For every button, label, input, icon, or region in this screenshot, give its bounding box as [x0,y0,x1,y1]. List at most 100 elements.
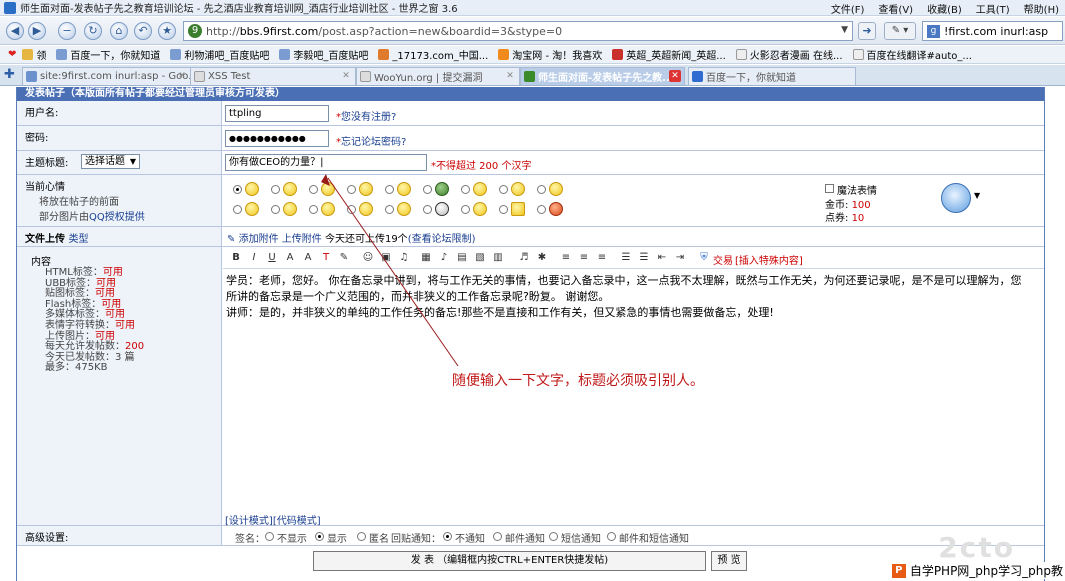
upload-attachment-link[interactable]: 上传附件 [282,234,322,245]
add-attachment-link[interactable]: 添加附件 [239,234,279,245]
bookmark-item[interactable]: _17173.com_中国... [378,47,488,62]
preview-button[interactable]: 预 览 [711,551,747,571]
indent-icon[interactable]: ⇥ [673,251,687,265]
menu-view[interactable]: 查看(V) [878,1,913,16]
mood-radio[interactable] [271,185,280,194]
address-bar[interactable]: 9 http://bbs.9first.com/post.asp?action=… [183,21,853,41]
insert-special-button[interactable]: [插入特殊内容] [735,252,803,267]
mood-radio[interactable] [461,205,470,214]
mood-radio[interactable] [347,185,356,194]
subject-field[interactable]: 你有做CEO的力量？| [225,154,427,171]
trade-button[interactable]: 交易 [713,252,733,267]
search-box[interactable]: g !first.com inurl:asp [922,21,1063,41]
bookmark-item[interactable]: 百度在线翻译#auto_... [852,47,972,62]
go-button[interactable]: ➜ [858,22,876,40]
tab-wooyun[interactable]: WooYun.org | 提交漏洞 ✕ [356,67,520,85]
submit-button[interactable]: 发 表 （编辑框内按CTRL+ENTER快捷发帖) [313,551,706,571]
notify-both-radio[interactable] [607,532,616,541]
register-link[interactable]: 您没有注册? [341,112,396,123]
tab-baidu[interactable]: 百度一下，你就知道 [688,67,856,85]
sign-show-radio[interactable] [315,532,324,541]
chevron-down-icon[interactable]: ▼ [841,25,848,35]
notify-sms-radio[interactable] [549,532,558,541]
home-icon[interactable]: ⌂ [110,22,128,40]
tools-dropdown-icon[interactable]: ✎ ▾ [884,22,916,40]
quote-icon[interactable]: ▥ [491,251,505,265]
avatar[interactable] [941,183,971,213]
close-icon[interactable]: ✕ [669,70,681,82]
mood-radio[interactable] [499,205,508,214]
mood-radio[interactable] [537,185,546,194]
forgot-password-link[interactable]: 忘记论坛密码? [341,137,406,148]
undo-close-icon[interactable]: ↶ [134,22,152,40]
password-field[interactable]: ●●●●●●●●●●● [225,130,329,147]
bookmark-item[interactable]: 领 [22,47,46,62]
ordered-list-icon[interactable]: ☰ [619,251,633,265]
unordered-list-icon[interactable]: ☰ [637,251,651,265]
font-icon[interactable]: A [283,251,297,265]
mood-radio[interactable] [461,185,470,194]
mood-radio[interactable] [537,205,546,214]
image-icon[interactable]: ▦ [419,251,433,265]
mood-radio[interactable] [385,185,394,194]
bookmark-item[interactable]: 李毅吧_百度贴吧 [279,47,368,62]
back-icon[interactable]: ◀ [6,22,24,40]
upload-limit-link[interactable]: (查看论坛限制) [408,234,476,245]
media-icon[interactable]: ♫ [397,251,411,265]
editor-content[interactable]: 学员：老师，您好。 你在备忘录中讲到，将与工作无关的事情，也要记入备忘录中，这一… [226,273,1038,321]
menu-tools[interactable]: 工具(T) [976,1,1010,16]
favorite-star-icon[interactable]: ★ [158,22,176,40]
italic-icon[interactable]: I [247,251,261,265]
font-color-icon[interactable]: T [319,251,333,265]
menu-favorites[interactable]: 收藏(B) [927,1,962,16]
music-icon[interactable]: ♪ [437,251,451,265]
emoticon-icon[interactable]: ☺ [361,251,375,265]
mood-radio[interactable] [385,205,394,214]
magic-emotion-checkbox[interactable] [825,184,834,193]
font-size-icon[interactable]: A [301,251,315,265]
topic-select[interactable]: 选择话题 ▼ [81,154,140,169]
chevron-down-icon[interactable]: ▼ [974,191,980,200]
highlight-icon[interactable]: ✎ [337,251,351,265]
anonymous-checkbox[interactable] [357,532,366,541]
new-tab-icon[interactable]: ✚ [4,68,17,81]
mood-radio[interactable] [233,185,242,194]
flash-icon[interactable]: ▣ [379,251,393,265]
mood-radio[interactable] [233,205,242,214]
username-field[interactable]: ttpling [225,105,329,122]
mood-radio[interactable] [309,185,318,194]
bold-icon[interactable]: B [229,251,243,265]
stop-icon[interactable]: − [58,22,76,40]
mood-radio[interactable] [423,185,432,194]
tab-forum-active[interactable]: 师生面对面-发表帖子先之教... ✕ [520,67,685,85]
spider-icon[interactable]: ✱ [535,251,549,265]
bookmark-item[interactable]: 淘宝网 - 淘！我喜欢 [498,47,602,62]
close-icon[interactable]: ✕ [504,70,516,82]
bookmark-item[interactable]: 英超_英超新闻_英超... [612,47,726,62]
picture-icon[interactable]: ▧ [473,251,487,265]
tab-google-search[interactable]: site:9first.com inurl:asp - Goo... ✕ [22,67,192,85]
bookmark-item[interactable]: 火影忍者漫画 在线... [735,47,843,62]
tab-xss-test[interactable]: XSS Test ✕ [190,67,356,85]
align-center-icon[interactable]: ≡ [577,251,591,265]
outdent-icon[interactable]: ⇤ [655,251,669,265]
notify-email-radio[interactable] [493,532,502,541]
notify-none-radio[interactable] [443,532,452,541]
menu-file[interactable]: 文件(F) [831,1,865,16]
mood-radio[interactable] [271,205,280,214]
upload-type-link[interactable]: 类型 [68,234,88,245]
bookmark-item[interactable]: 利物浦吧_百度贴吧 [170,47,269,62]
sign-hide-radio[interactable] [265,532,274,541]
align-right-icon[interactable]: ≡ [595,251,609,265]
align-left-icon[interactable]: ≡ [559,251,573,265]
mood-radio[interactable] [347,205,356,214]
bookmark-item[interactable]: 百度一下，你就知道 [56,47,160,62]
mood-radio[interactable] [309,205,318,214]
refresh-icon[interactable]: ↻ [84,22,102,40]
close-icon[interactable]: ✕ [340,70,352,82]
forward-icon[interactable]: ▶ [28,22,46,40]
mood-radio[interactable] [499,185,508,194]
html-icon[interactable]: ▤ [455,251,469,265]
guitar-icon[interactable]: ♬ [517,251,531,265]
heart-icon[interactable]: ❤ [8,49,16,60]
